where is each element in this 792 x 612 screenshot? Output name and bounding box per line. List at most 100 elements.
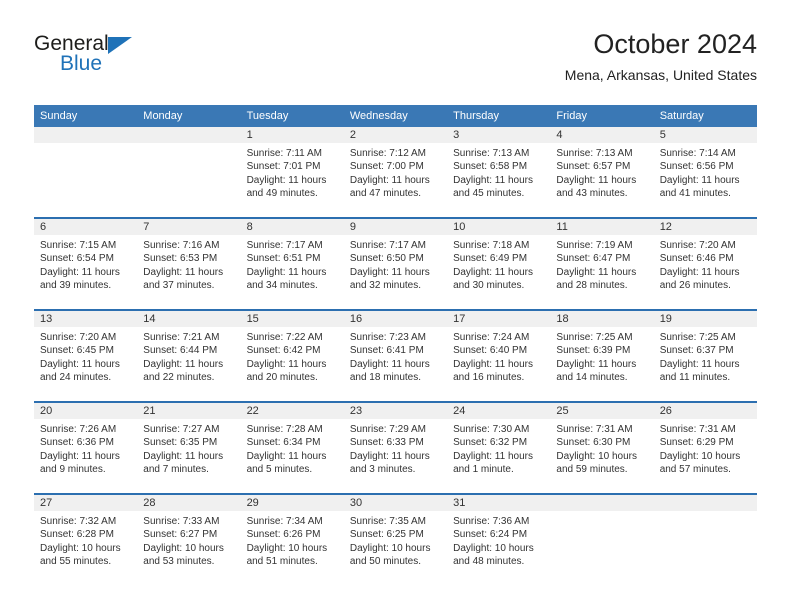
day-number: 16: [343, 311, 448, 327]
sunset-time: Sunset: 6:44 PM: [143, 345, 218, 357]
day-details: Sunrise: 7:13 AM Sunset: 6:57 PM Daylight:…: [550, 143, 653, 201]
calendar-day-cell[interactable]: 23 Sunrise: 7:29 AM Sunset: 6:33 PM Dayligh…: [343, 401, 448, 494]
sunrise-time: Sunrise: 7:27 AM: [143, 424, 220, 435]
sunset-time: Sunset: 6:37 PM: [659, 345, 734, 357]
calendar-day-cell[interactable]: 8 Sunrise: 7:17 AM Sunset: 6:51 PM Daylight…: [240, 217, 344, 310]
weekday-header-thursday: Thursday: [447, 105, 551, 127]
day-number: 23: [343, 403, 448, 419]
weekday-header-tuesday: Tuesday: [240, 105, 344, 127]
daylight-minutes: and 11 minutes.: [659, 372, 731, 384]
daylight-minutes: and 50 minutes.: [349, 556, 422, 568]
day-details: Sunrise: 7:15 AM Sunset: 6:54 PM Daylight:…: [34, 235, 137, 293]
sunset-time: Sunset: 6:26 PM: [246, 529, 321, 541]
day-number: 20: [34, 403, 138, 419]
calendar-day-cell[interactable]: 3 Sunrise: 7:13 AM Sunset: 6:58 PM Daylight…: [447, 127, 551, 218]
day-number: 8: [240, 219, 344, 235]
day-details: Sunrise: 7:24 AM Sunset: 6:40 PM Daylight:…: [447, 327, 550, 385]
daylight-minutes: and 3 minutes.: [349, 464, 416, 476]
sunrise-time: Sunrise: 7:24 AM: [453, 332, 530, 343]
calendar-day-cell[interactable]: 9 Sunrise: 7:17 AM Sunset: 6:50 PM Daylight…: [343, 217, 448, 310]
daylight-hours: Daylight: 11 hours: [143, 266, 224, 278]
calendar-day-cell[interactable]: 10 Sunrise: 7:18 AM Sunset: 6:49 PM Dayligh…: [447, 217, 551, 310]
daylight-minutes: and 14 minutes.: [556, 372, 628, 384]
day-number: 15: [240, 311, 344, 327]
calendar-day-cell[interactable]: 14 Sunrise: 7:21 AM Sunset: 6:44 PM Dayligh…: [137, 309, 241, 402]
calendar-day-cell[interactable]: 22 Sunrise: 7:28 AM Sunset: 6:34 PM Dayligh…: [240, 401, 344, 494]
calendar-day-cell[interactable]: 11 Sunrise: 7:19 AM Sunset: 6:47 PM Dayligh…: [550, 217, 654, 310]
calendar-day-cell[interactable]: 28 Sunrise: 7:33 AM Sunset: 6:27 PM Dayligh…: [137, 493, 241, 585]
day-number: 6: [34, 219, 138, 235]
calendar-day-cell[interactable]: 13 Sunrise: 7:20 AM Sunset: 6:45 PM Dayligh…: [34, 309, 138, 402]
day-number: [137, 127, 241, 143]
calendar-day-cell[interactable]: 7 Sunrise: 7:16 AM Sunset: 6:53 PM Daylight…: [137, 217, 241, 310]
calendar-day-cell[interactable]: 19 Sunrise: 7:25 AM Sunset: 6:37 PM Dayligh…: [653, 309, 757, 402]
day-number: 26: [653, 403, 757, 419]
sunset-time: Sunset: 6:50 PM: [349, 253, 424, 265]
general-blue-logo[interactable]: General Blue: [34, 32, 214, 90]
weekday-header-monday: Monday: [137, 105, 241, 127]
day-details: Sunrise: 7:23 AM Sunset: 6:41 PM Daylight:…: [344, 327, 447, 385]
sunrise-time: Sunrise: 7:23 AM: [349, 332, 426, 343]
calendar-day-cell[interactable]: 29 Sunrise: 7:34 AM Sunset: 6:26 PM Dayligh…: [240, 493, 344, 585]
daylight-hours: Daylight: 11 hours: [659, 266, 740, 278]
sunset-time: Sunset: 6:42 PM: [246, 345, 321, 357]
calendar-day-cell[interactable]: 25 Sunrise: 7:31 AM Sunset: 6:30 PM Dayligh…: [550, 401, 654, 494]
day-number: 30: [343, 495, 448, 511]
calendar-day-cell[interactable]: 26 Sunrise: 7:31 AM Sunset: 6:29 PM Dayligh…: [653, 401, 757, 494]
day-number: 24: [447, 403, 551, 419]
day-number: [550, 495, 654, 511]
daylight-hours: Daylight: 10 hours: [556, 450, 638, 462]
sunset-time: Sunset: 6:33 PM: [349, 437, 424, 449]
daylight-minutes: and 7 minutes.: [143, 464, 209, 476]
daylight-hours: Daylight: 11 hours: [143, 450, 224, 462]
calendar-page: General Blue October 2024 Mena, Arkansas…: [0, 0, 792, 612]
daylight-minutes: and 49 minutes.: [246, 188, 318, 200]
day-number: 14: [137, 311, 241, 327]
weekday-header-wednesday: Wednesday: [343, 105, 448, 127]
sunrise-time: Sunrise: 7:13 AM: [556, 148, 633, 159]
sunrise-time: Sunrise: 7:20 AM: [659, 240, 736, 251]
sunrise-time: Sunrise: 7:35 AM: [349, 516, 426, 527]
calendar-day-cell[interactable]: 1 Sunrise: 7:11 AM Sunset: 7:01 PM Daylight…: [240, 127, 344, 218]
sunset-time: Sunset: 6:58 PM: [453, 161, 528, 173]
calendar-day-cell[interactable]: 17 Sunrise: 7:24 AM Sunset: 6:40 PM Dayligh…: [447, 309, 551, 402]
calendar-day-cell[interactable]: 4 Sunrise: 7:13 AM Sunset: 6:57 PM Daylight…: [550, 127, 654, 218]
calendar-day-cell[interactable]: 31 Sunrise: 7:36 AM Sunset: 6:24 PM Dayligh…: [447, 493, 551, 585]
calendar-day-cell[interactable]: 15 Sunrise: 7:22 AM Sunset: 6:42 PM Dayligh…: [240, 309, 344, 402]
sunrise-time: Sunrise: 7:19 AM: [556, 240, 633, 251]
daylight-minutes: and 26 minutes.: [659, 280, 731, 292]
sunset-time: Sunset: 6:46 PM: [659, 253, 734, 265]
daylight-hours: Daylight: 11 hours: [453, 266, 533, 278]
day-number: 27: [34, 495, 138, 511]
day-details: Sunrise: 7:34 AM Sunset: 6:26 PM Daylight:…: [241, 511, 344, 569]
sunrise-time: Sunrise: 7:36 AM: [453, 516, 530, 527]
calendar-day-cell[interactable]: 20 Sunrise: 7:26 AM Sunset: 6:36 PM Dayligh…: [34, 401, 138, 494]
day-number: 31: [447, 495, 551, 511]
sunset-time: Sunset: 6:41 PM: [349, 345, 424, 357]
calendar-day-cell[interactable]: 2 Sunrise: 7:12 AM Sunset: 7:00 PM Daylight…: [343, 127, 448, 218]
calendar-day-cell[interactable]: 6 Sunrise: 7:15 AM Sunset: 6:54 PM Daylight…: [34, 217, 138, 310]
calendar-day-cell[interactable]: 18 Sunrise: 7:25 AM Sunset: 6:39 PM Dayligh…: [550, 309, 654, 402]
daylight-hours: Daylight: 11 hours: [453, 450, 533, 462]
sunrise-time: Sunrise: 7:11 AM: [246, 148, 322, 159]
calendar-day-cell-empty: [34, 127, 138, 218]
calendar-day-cell[interactable]: 24 Sunrise: 7:30 AM Sunset: 6:32 PM Dayligh…: [447, 401, 551, 494]
calendar-day-cell[interactable]: 27 Sunrise: 7:32 AM Sunset: 6:28 PM Dayligh…: [34, 493, 138, 585]
daylight-hours: Daylight: 10 hours: [453, 542, 534, 554]
calendar-day-cell[interactable]: 16 Sunrise: 7:23 AM Sunset: 6:41 PM Dayligh…: [343, 309, 448, 402]
day-details: Sunrise: 7:14 AM Sunset: 6:56 PM Daylight:…: [654, 143, 757, 201]
calendar-day-cell[interactable]: 5 Sunrise: 7:14 AM Sunset: 6:56 PM Daylight…: [653, 127, 757, 218]
sunrise-time: Sunrise: 7:31 AM: [556, 424, 633, 435]
day-details: [34, 143, 137, 147]
calendar-day-cell[interactable]: 12 Sunrise: 7:20 AM Sunset: 6:46 PM Dayligh…: [653, 217, 757, 310]
calendar-day-cell[interactable]: 30 Sunrise: 7:35 AM Sunset: 6:25 PM Dayligh…: [343, 493, 448, 585]
day-details: Sunrise: 7:26 AM Sunset: 6:36 PM Daylight:…: [34, 419, 137, 477]
daylight-minutes: and 53 minutes.: [143, 556, 215, 568]
weekday-header-friday: Friday: [550, 105, 654, 127]
sunrise-time: Sunrise: 7:32 AM: [40, 516, 117, 527]
calendar-day-cell[interactable]: 21 Sunrise: 7:27 AM Sunset: 6:35 PM Dayligh…: [137, 401, 241, 494]
calendar-week-row: 6 Sunrise: 7:15 AM Sunset: 6:54 PM Daylight…: [34, 217, 757, 310]
day-number: 21: [137, 403, 241, 419]
sunset-time: Sunset: 6:53 PM: [143, 253, 218, 265]
day-details: Sunrise: 7:17 AM Sunset: 6:51 PM Daylight:…: [241, 235, 344, 293]
